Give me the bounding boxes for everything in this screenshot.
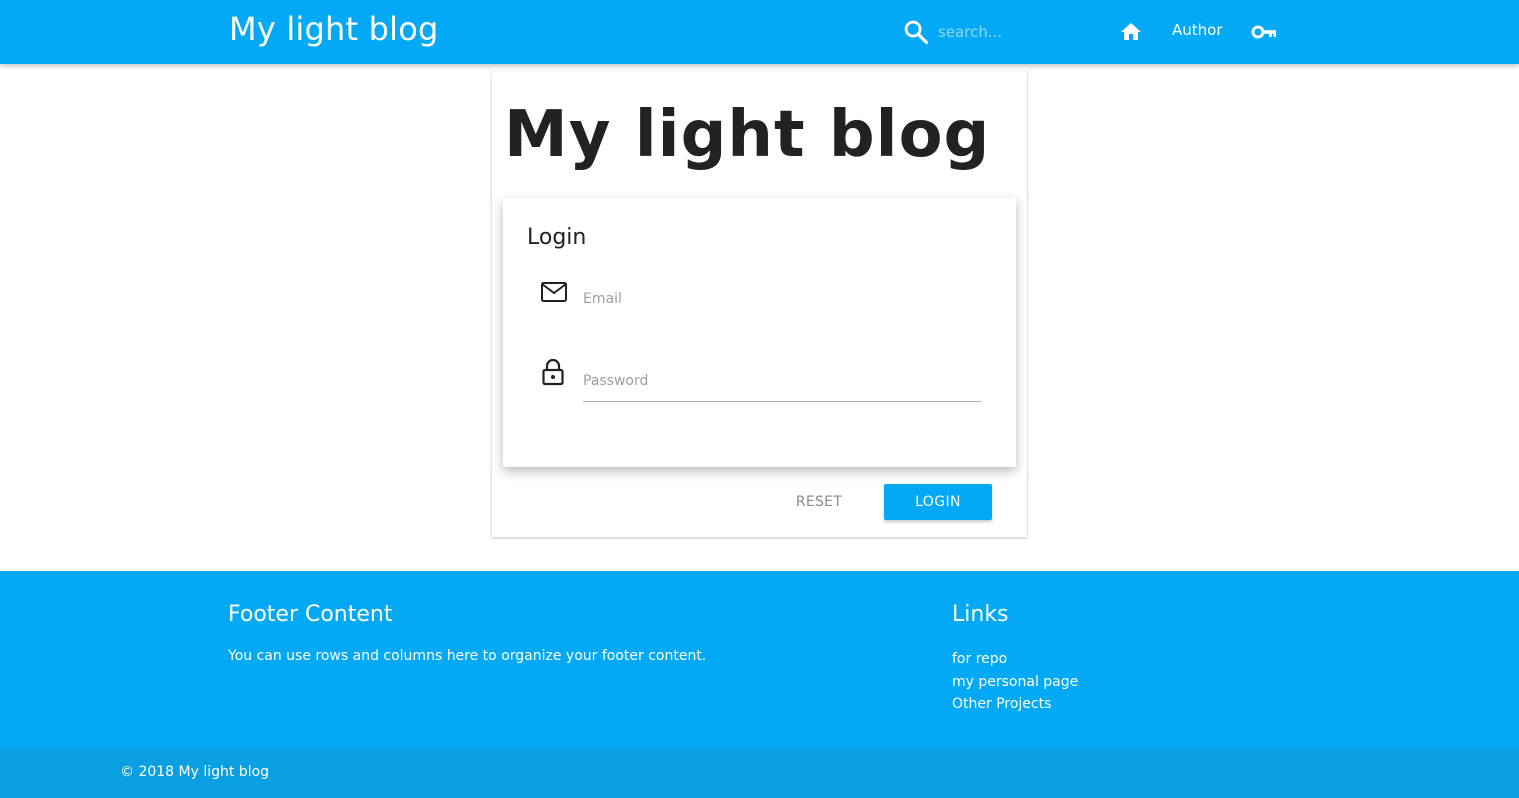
password-underline bbox=[583, 401, 981, 402]
nav-author-link[interactable]: Author bbox=[1172, 21, 1223, 39]
search-input[interactable] bbox=[938, 20, 1098, 44]
top-navbar: My light blog Author bbox=[0, 0, 1519, 64]
email-field[interactable] bbox=[583, 288, 981, 310]
login-form: Login bbox=[503, 198, 1016, 467]
footer-title: Footer Content bbox=[228, 602, 393, 627]
list-item: for repo bbox=[952, 647, 1078, 670]
login-button[interactable]: LOGIN bbox=[884, 484, 992, 520]
reset-button[interactable]: RESET bbox=[779, 485, 859, 519]
list-item: Other Projects bbox=[952, 692, 1078, 715]
search-icon[interactable] bbox=[902, 18, 930, 46]
footer: Footer Content You can use rows and colu… bbox=[0, 571, 1519, 748]
list-item: my personal page bbox=[952, 670, 1078, 693]
copyright-bar: © 2018 My light blog bbox=[0, 748, 1519, 798]
footer-text: You can use rows and columns here to org… bbox=[228, 648, 707, 664]
search-bar bbox=[902, 18, 1102, 46]
link-repo[interactable]: for repo bbox=[952, 651, 1007, 667]
key-icon[interactable] bbox=[1251, 20, 1279, 44]
link-personal-page[interactable]: my personal page bbox=[952, 674, 1078, 690]
lock-icon bbox=[542, 358, 564, 386]
page-title: My light blog bbox=[504, 98, 991, 172]
link-other-projects[interactable]: Other Projects bbox=[952, 696, 1051, 712]
password-field[interactable] bbox=[583, 370, 981, 392]
links-title: Links bbox=[952, 602, 1009, 627]
brand-logo[interactable]: My light blog bbox=[229, 10, 439, 48]
home-icon[interactable] bbox=[1118, 20, 1144, 44]
main-card: My light blog Login RESET LOGIN bbox=[492, 72, 1027, 537]
footer-links: for repo my personal page Other Projects bbox=[952, 647, 1078, 715]
copyright-text: © 2018 My light blog bbox=[120, 764, 270, 780]
email-icon bbox=[541, 282, 567, 302]
login-title: Login bbox=[527, 225, 587, 250]
